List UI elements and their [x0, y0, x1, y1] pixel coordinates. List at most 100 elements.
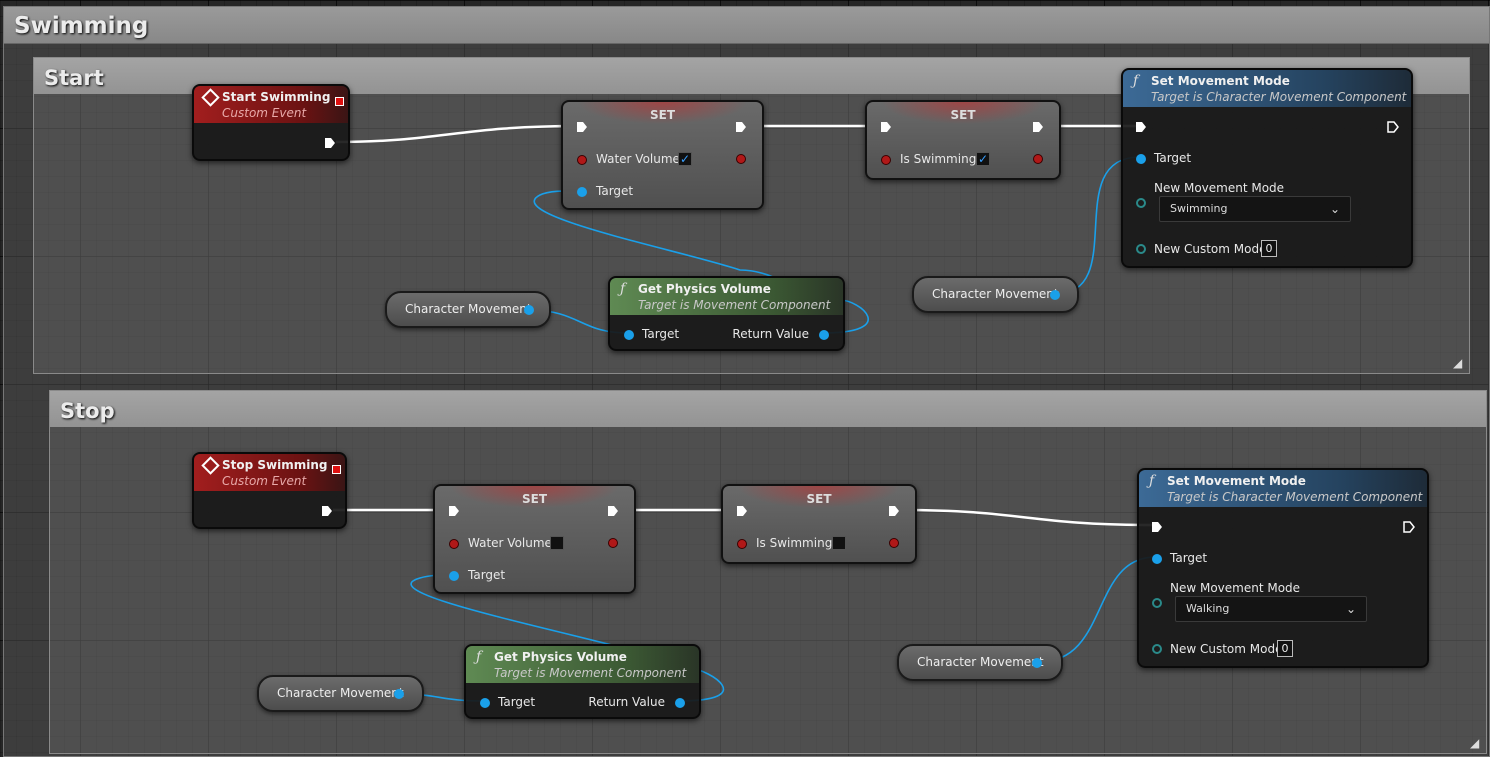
- bool-out-pin[interactable]: [608, 538, 618, 548]
- bool-in-pin[interactable]: [881, 155, 891, 165]
- object-out-pin[interactable]: [394, 689, 404, 699]
- var-label: Is Swimming: [900, 152, 977, 166]
- movement-mode-label: New Movement Mode: [1170, 581, 1301, 595]
- function-node-set-movement-mode[interactable]: ƒ Set Movement Mode Target is Character …: [1121, 68, 1413, 268]
- movement-mode-dropdown[interactable]: Swimming ⌄: [1159, 196, 1351, 222]
- var-label: Is Swimming: [756, 536, 833, 550]
- resize-grip-icon[interactable]: ◢: [1470, 737, 1482, 749]
- exec-out-pin-icon[interactable]: [1387, 121, 1399, 133]
- return-value-label: Return Value: [588, 695, 665, 709]
- custom-mode-label: New Custom Mode: [1170, 642, 1283, 656]
- target-label: Target: [596, 184, 634, 198]
- comment-title-stop[interactable]: Stop: [50, 391, 1486, 427]
- exec-out-pin-icon[interactable]: [324, 137, 336, 149]
- node-title: Stop Swimming: [222, 458, 328, 472]
- bool-in-pin[interactable]: [577, 155, 587, 165]
- custom-mode-pin[interactable]: [1136, 244, 1146, 254]
- exec-in-pin-icon[interactable]: [880, 121, 892, 133]
- exec-in-pin-icon[interactable]: [736, 505, 748, 517]
- node-subtitle: Custom Event: [222, 474, 307, 488]
- return-value-pin[interactable]: [819, 330, 829, 340]
- movement-mode-dropdown[interactable]: Walking ⌄: [1175, 596, 1367, 622]
- variable-character-movement[interactable]: Character Movement: [257, 675, 424, 712]
- exec-in-pin-icon[interactable]: [1135, 121, 1147, 133]
- bool-out-pin[interactable]: [1033, 154, 1043, 164]
- target-pin[interactable]: [449, 571, 459, 581]
- target-pin[interactable]: [1136, 154, 1146, 164]
- variable-character-movement[interactable]: Character Movement: [897, 644, 1063, 681]
- function-f-icon: ƒ: [620, 281, 626, 297]
- custom-mode-input[interactable]: 0: [1277, 640, 1293, 657]
- custom-mode-pin[interactable]: [1152, 644, 1162, 654]
- target-pin[interactable]: [1152, 554, 1162, 564]
- set-node-is-swimming[interactable]: SET Is Swimming: [721, 484, 917, 564]
- function-f-icon: ƒ: [1133, 73, 1139, 89]
- bool-in-pin[interactable]: [449, 539, 459, 549]
- comment-title-swimming[interactable]: Swimming: [4, 7, 1489, 44]
- delegate-pin-icon[interactable]: [335, 97, 344, 106]
- target-pin[interactable]: [624, 330, 634, 340]
- chevron-down-icon: ⌄: [1345, 602, 1356, 616]
- node-header[interactable]: ƒ Set Movement Mode Target is Character …: [1123, 70, 1411, 107]
- node-title: Get Physics Volume: [638, 282, 771, 296]
- node-header[interactable]: ƒ Set Movement Mode Target is Character …: [1139, 470, 1427, 507]
- exec-out-pin-icon[interactable]: [1403, 521, 1415, 533]
- exec-in-pin-icon[interactable]: [448, 505, 460, 517]
- is-swimming-checkbox[interactable]: ✓: [976, 152, 990, 166]
- target-pin[interactable]: [577, 187, 587, 197]
- is-swimming-checkbox[interactable]: [832, 536, 846, 550]
- node-header[interactable]: Start Swimming Custom Event: [194, 86, 348, 123]
- set-node-is-swimming[interactable]: SET Is Swimming ✓: [865, 100, 1061, 180]
- node-subtitle: Target is Character Movement Component: [1151, 90, 1407, 104]
- bool-in-pin[interactable]: [737, 539, 747, 549]
- target-label: Target: [1154, 151, 1192, 165]
- exec-out-pin-icon[interactable]: [735, 121, 747, 133]
- node-title: Start Swimming: [222, 90, 331, 104]
- return-value-pin[interactable]: [675, 698, 685, 708]
- variable-label: Character Movement: [277, 686, 404, 700]
- function-node-get-physics-volume[interactable]: ƒ Get Physics Volume Target is Movement …: [608, 276, 845, 351]
- water-volume-checkbox[interactable]: [550, 536, 564, 550]
- exec-in-pin-icon[interactable]: [1151, 521, 1163, 533]
- set-node-water-volume[interactable]: SET Water Volume Target: [433, 484, 636, 594]
- node-header: SET: [435, 486, 634, 512]
- resize-grip-icon[interactable]: ◢: [1453, 357, 1465, 369]
- bool-out-pin[interactable]: [736, 154, 746, 164]
- set-node-water-volume[interactable]: SET Water Volume ✓ Target: [561, 100, 764, 210]
- variable-character-movement[interactable]: Character Movement: [912, 276, 1079, 313]
- exec-out-pin-icon[interactable]: [607, 505, 619, 517]
- bool-out-pin[interactable]: [889, 538, 899, 548]
- exec-out-pin-icon[interactable]: [321, 505, 333, 517]
- chevron-down-icon: ⌄: [1329, 202, 1340, 216]
- movement-mode-pin[interactable]: [1152, 598, 1162, 608]
- node-title: Get Physics Volume: [494, 650, 627, 664]
- object-out-pin[interactable]: [1032, 658, 1042, 668]
- exec-out-pin-icon[interactable]: [888, 505, 900, 517]
- node-subtitle: Target is Movement Component: [638, 298, 831, 312]
- node-header[interactable]: ƒ Get Physics Volume Target is Movement …: [610, 278, 843, 315]
- delegate-pin-icon[interactable]: [332, 465, 341, 474]
- movement-mode-pin[interactable]: [1136, 198, 1146, 208]
- node-subtitle: Custom Event: [222, 106, 307, 120]
- function-node-set-movement-mode[interactable]: ƒ Set Movement Mode Target is Character …: [1137, 468, 1429, 668]
- diamond-event-icon: [201, 88, 220, 107]
- target-pin[interactable]: [480, 698, 490, 708]
- function-node-get-physics-volume[interactable]: ƒ Get Physics Volume Target is Movement …: [464, 644, 701, 719]
- exec-out-pin-icon[interactable]: [1032, 121, 1044, 133]
- node-header[interactable]: ƒ Get Physics Volume Target is Movement …: [466, 646, 699, 683]
- exec-in-pin-icon[interactable]: [576, 121, 588, 133]
- object-out-pin[interactable]: [1050, 290, 1060, 300]
- variable-character-movement[interactable]: Character Movement: [385, 291, 551, 328]
- node-header[interactable]: Stop Swimming Custom Event: [194, 454, 345, 491]
- movement-mode-label: New Movement Mode: [1154, 181, 1285, 195]
- event-node-start-swimming[interactable]: Start Swimming Custom Event: [192, 84, 350, 161]
- event-node-stop-swimming[interactable]: Stop Swimming Custom Event: [192, 452, 347, 529]
- custom-mode-input[interactable]: 0: [1261, 240, 1277, 257]
- variable-label: Character Movement: [405, 302, 532, 316]
- object-out-pin[interactable]: [524, 305, 534, 315]
- node-subtitle: Target is Movement Component: [494, 666, 687, 680]
- water-volume-checkbox[interactable]: ✓: [678, 152, 692, 166]
- dropdown-value: Walking: [1186, 602, 1230, 615]
- node-header: SET: [723, 486, 915, 512]
- diamond-event-icon: [201, 456, 220, 475]
